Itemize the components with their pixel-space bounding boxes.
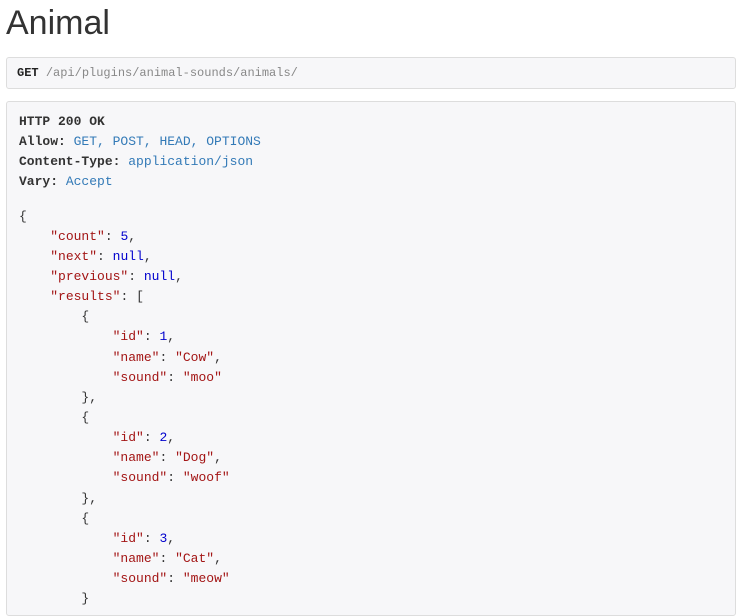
request-path: /api/plugins/animal-sounds/animals/ — [46, 66, 298, 80]
response-header-allow: Allow: GET, POST, HEAD, OPTIONS — [19, 132, 723, 152]
allow-value: GET, POST, HEAD, OPTIONS — [74, 134, 261, 149]
vary-label: Vary: — [19, 174, 58, 189]
response-status: HTTP 200 OK — [19, 112, 723, 132]
vary-value: Accept — [66, 174, 113, 189]
allow-label: Allow: — [19, 134, 66, 149]
response-panel: HTTP 200 OK Allow: GET, POST, HEAD, OPTI… — [6, 101, 736, 616]
request-summary: GET /api/plugins/animal-sounds/animals/ — [6, 57, 736, 89]
http-method: GET — [17, 66, 39, 80]
content-type-label: Content-Type: — [19, 154, 120, 169]
response-header-vary: Vary: Accept — [19, 172, 723, 192]
response-body-json: { "count": 5, "next": null, "previous": … — [19, 207, 723, 610]
response-header-content-type: Content-Type: application/json — [19, 152, 723, 172]
page-title: Animal — [6, 4, 742, 43]
content-type-value: application/json — [128, 154, 253, 169]
